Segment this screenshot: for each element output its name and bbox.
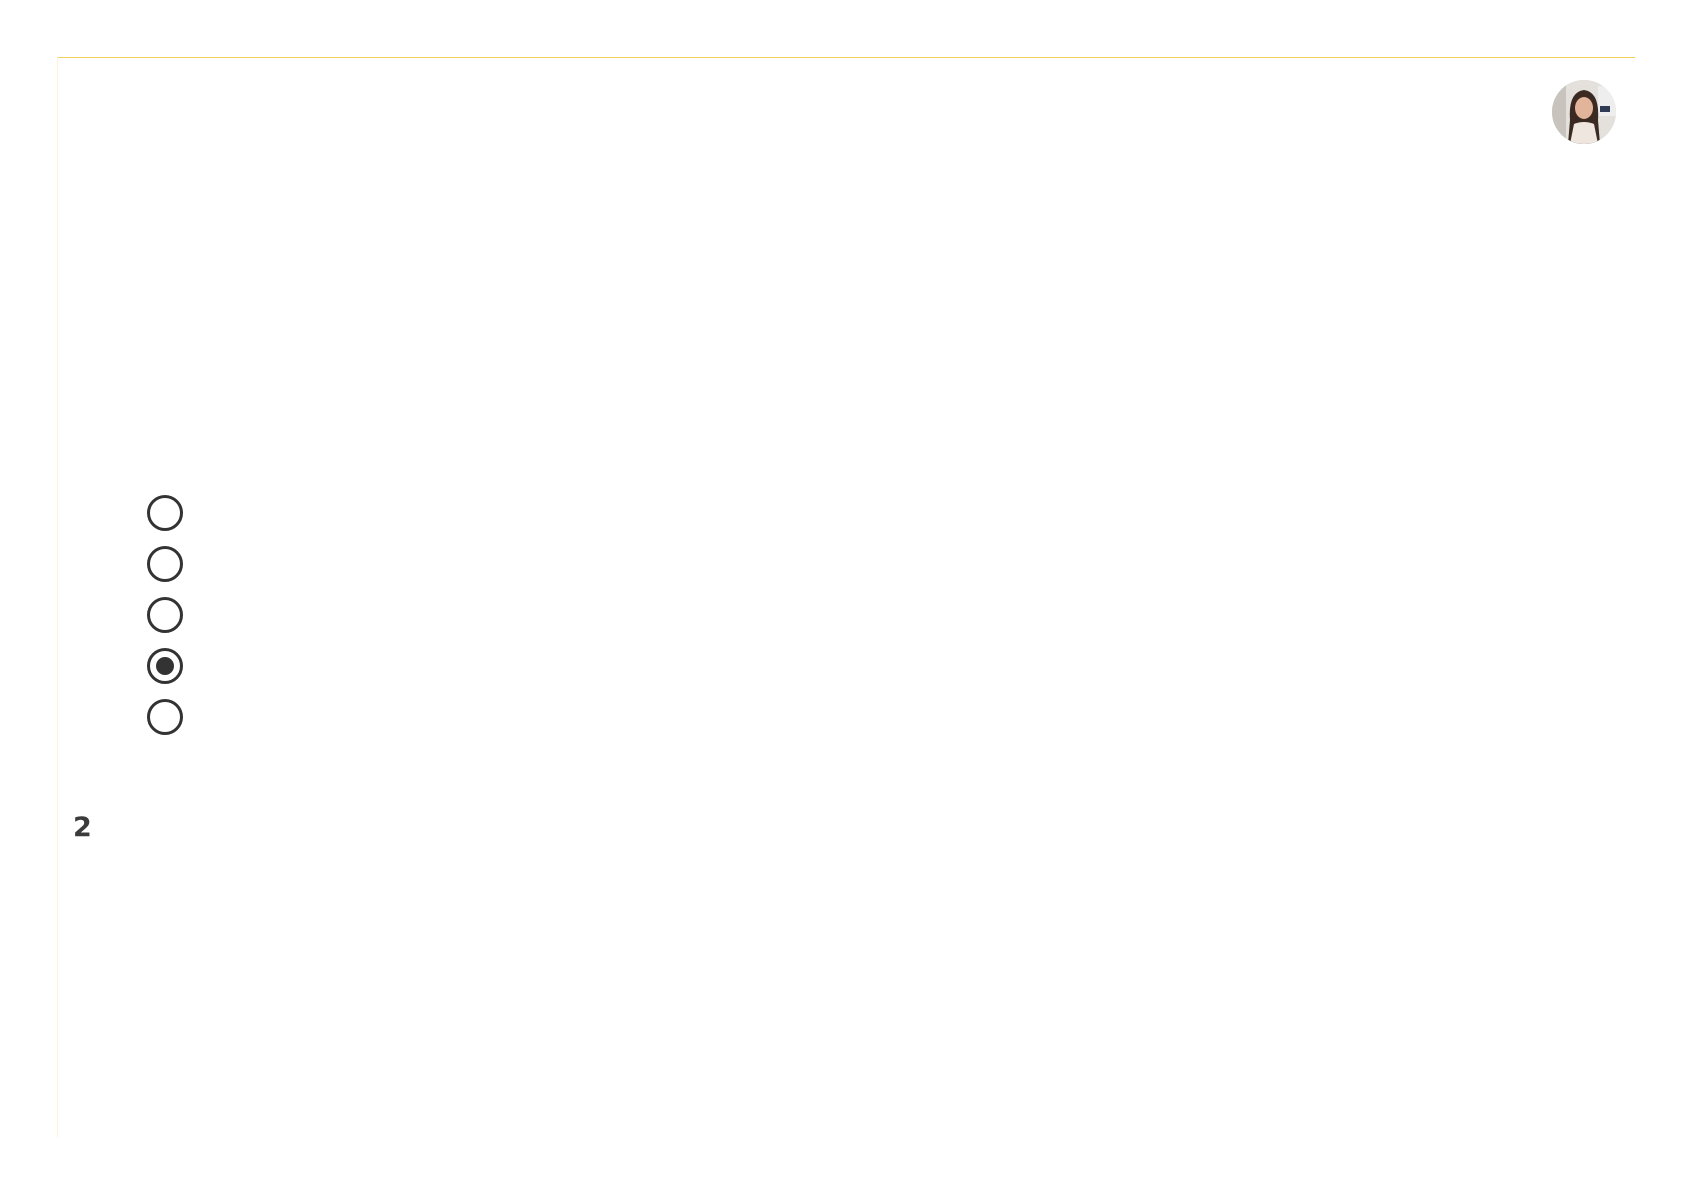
radio-option-5[interactable] [147, 699, 183, 735]
left-divider [57, 57, 58, 1137]
radio-option-2[interactable] [147, 546, 183, 582]
answer-radio-group [147, 495, 183, 750]
question-number: 2 [73, 812, 92, 843]
radio-option-3[interactable] [147, 597, 183, 633]
top-divider [58, 57, 1635, 58]
radio-option-4-selected[interactable] [147, 648, 183, 684]
avatar[interactable] [1552, 80, 1616, 144]
avatar-image [1552, 80, 1616, 144]
page: 2 [0, 0, 1684, 1190]
radio-option-1[interactable] [147, 495, 183, 531]
